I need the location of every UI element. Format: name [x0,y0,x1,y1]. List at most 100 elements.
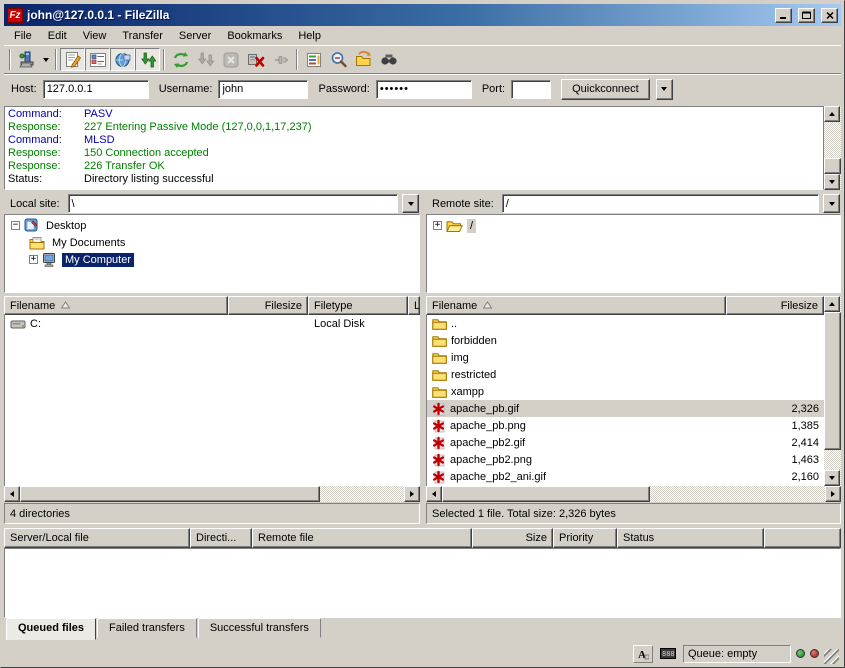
column-header-filetype[interactable]: Filetype [308,296,408,315]
file-row-img[interactable]: img [427,349,824,366]
file-row-apache-pb2-gif[interactable]: apache_pb2.gif2,414 [427,434,824,451]
scroll-left-button[interactable] [4,486,20,502]
remote-list-status: Selected 1 file. Total size: 2,326 bytes [426,503,841,524]
menu-item-transfer[interactable]: Transfer [114,28,171,44]
file-row-apache-pb-png[interactable]: apache_pb.png1,385 [427,417,824,434]
toolbar-separator [296,49,298,70]
column-header-directi-[interactable]: Directi... [190,528,252,548]
local-tree-item-my-documents[interactable]: My Documents [5,234,419,251]
arrow-left-icon [7,491,14,497]
toggle-remote-tree-icon[interactable] [110,48,135,71]
tab-queued-files[interactable]: Queued files [6,618,96,640]
close-button[interactable] [821,8,838,23]
chevron-down-icon [661,87,667,94]
file-row-apache-pb-gif[interactable]: apache_pb.gif2,326 [427,400,824,417]
svg-text:888: 888 [662,650,675,658]
expand-icon[interactable]: + [29,255,38,264]
chevron-down-icon [829,202,835,209]
scroll-left-button[interactable] [426,486,442,502]
scroll-right-button[interactable] [404,486,420,502]
file-row-apache-pb2-png[interactable]: apache_pb2.png1,463 [427,451,824,468]
filter-icon[interactable] [301,48,326,71]
scroll-up-button[interactable] [824,106,840,122]
collapse-icon[interactable]: − [11,221,20,230]
menu-item-bookmarks[interactable]: Bookmarks [219,28,290,44]
scroll-up-button[interactable] [824,296,840,312]
file-row-apache-pb2-ani-gif[interactable]: apache_pb2_ani.gif2,160 [427,468,824,485]
file-row-c-[interactable]: C:Local Disk [5,315,420,332]
resize-grip[interactable] [824,649,839,664]
reconnect-icon [268,48,293,71]
scrollbar-thumb[interactable] [442,486,650,502]
remote-list-hscrollbar[interactable] [426,486,841,502]
local-site-combo[interactable]: \ [68,194,398,213]
tab-successful-transfers[interactable]: Successful transfers [198,618,321,638]
transfer-queue-list[interactable] [4,548,841,618]
titlebar[interactable]: Fz john@127.0.0.1 - FileZilla [4,4,841,26]
file-row-forbidden[interactable]: forbidden [427,332,824,349]
menu-item-view[interactable]: View [75,28,115,44]
quickconnect-button[interactable]: Quickconnect [561,79,650,100]
scroll-down-button[interactable] [824,174,840,190]
username-input[interactable] [218,80,308,99]
tree-item-label: Desktop [43,219,89,233]
column-header-filesize[interactable]: Filesize [726,296,824,315]
compare-icon[interactable] [326,48,351,71]
refresh-icon[interactable] [168,48,193,71]
menu-item-file[interactable]: File [6,28,40,44]
column-header-filename[interactable]: Filename [426,296,726,315]
scrollbar-thumb[interactable] [824,312,841,450]
remote-tree-item--[interactable]: +/ [427,217,840,234]
remote-list-vscrollbar[interactable] [824,296,841,486]
column-header-filesize[interactable]: Filesize [228,296,308,315]
menu-item-help[interactable]: Help [290,28,329,44]
scrollbar-thumb[interactable] [824,158,841,174]
remote-directory-tree: +/ [426,214,841,293]
file-row-restricted[interactable]: restricted [427,366,824,383]
host-input[interactable] [43,80,149,99]
column-header-server-local-file[interactable]: Server/Local file [4,528,190,548]
menu-item-server[interactable]: Server [171,28,219,44]
column-header-status[interactable]: Status [617,528,764,548]
menu-item-edit[interactable]: Edit [40,28,75,44]
remote-site-dropdown-button[interactable] [823,194,840,213]
tab-failed-transfers[interactable]: Failed transfers [97,618,197,638]
quickconnect-bar: Host: Username: Password: Port: Quickcon… [4,73,841,104]
site-manager-icon-dropdown[interactable] [39,48,52,71]
column-header-remote-file[interactable]: Remote file [252,528,472,548]
port-input[interactable] [511,80,551,99]
search-icon[interactable] [376,48,401,71]
speed-limits-icon[interactable]: 888 [658,645,678,663]
column-header-l[interactable]: L [408,296,420,315]
site-manager-icon[interactable] [14,48,39,71]
remote-site-combo[interactable]: / [502,194,819,213]
minimize-button[interactable] [775,8,792,23]
scroll-right-button[interactable] [825,486,841,502]
remote-list-header: FilenameFilesize [426,296,824,315]
local-site-dropdown-button[interactable] [402,194,419,213]
sync-browsing-icon[interactable] [351,48,376,71]
message-log: Command:PASVResponse:227 Entering Passiv… [4,106,824,190]
password-input[interactable] [376,80,472,99]
file-row--[interactable]: .. [427,315,824,332]
arrow-right-icon [410,491,417,497]
expand-icon[interactable]: + [433,221,442,230]
scrollbar-thumb[interactable] [20,486,320,502]
file-row-xampp[interactable]: xampp [427,383,824,400]
scroll-down-button[interactable] [824,470,840,486]
quickconnect-dropdown-button[interactable] [656,79,673,100]
column-header-priority[interactable]: Priority [553,528,617,548]
local-list-hscrollbar[interactable] [4,486,420,502]
local-tree-item-desktop[interactable]: − Desktop [5,217,419,234]
column-header-size[interactable]: Size [472,528,553,548]
toggle-log-icon[interactable] [60,48,85,71]
local-tree-item-my-computer[interactable]: +My Computer [5,251,419,268]
log-scrollbar[interactable] [824,106,841,190]
toggle-local-tree-icon[interactable] [85,48,110,71]
toggle-queue-icon[interactable] [135,48,160,71]
transfer-type-icon[interactable]: A [633,645,653,663]
column-header-filename[interactable]: Filename [4,296,228,315]
remote-tree-pane: Remote site: / +/ [426,193,841,293]
maximize-button[interactable] [798,8,815,23]
disconnect-icon[interactable] [243,48,268,71]
